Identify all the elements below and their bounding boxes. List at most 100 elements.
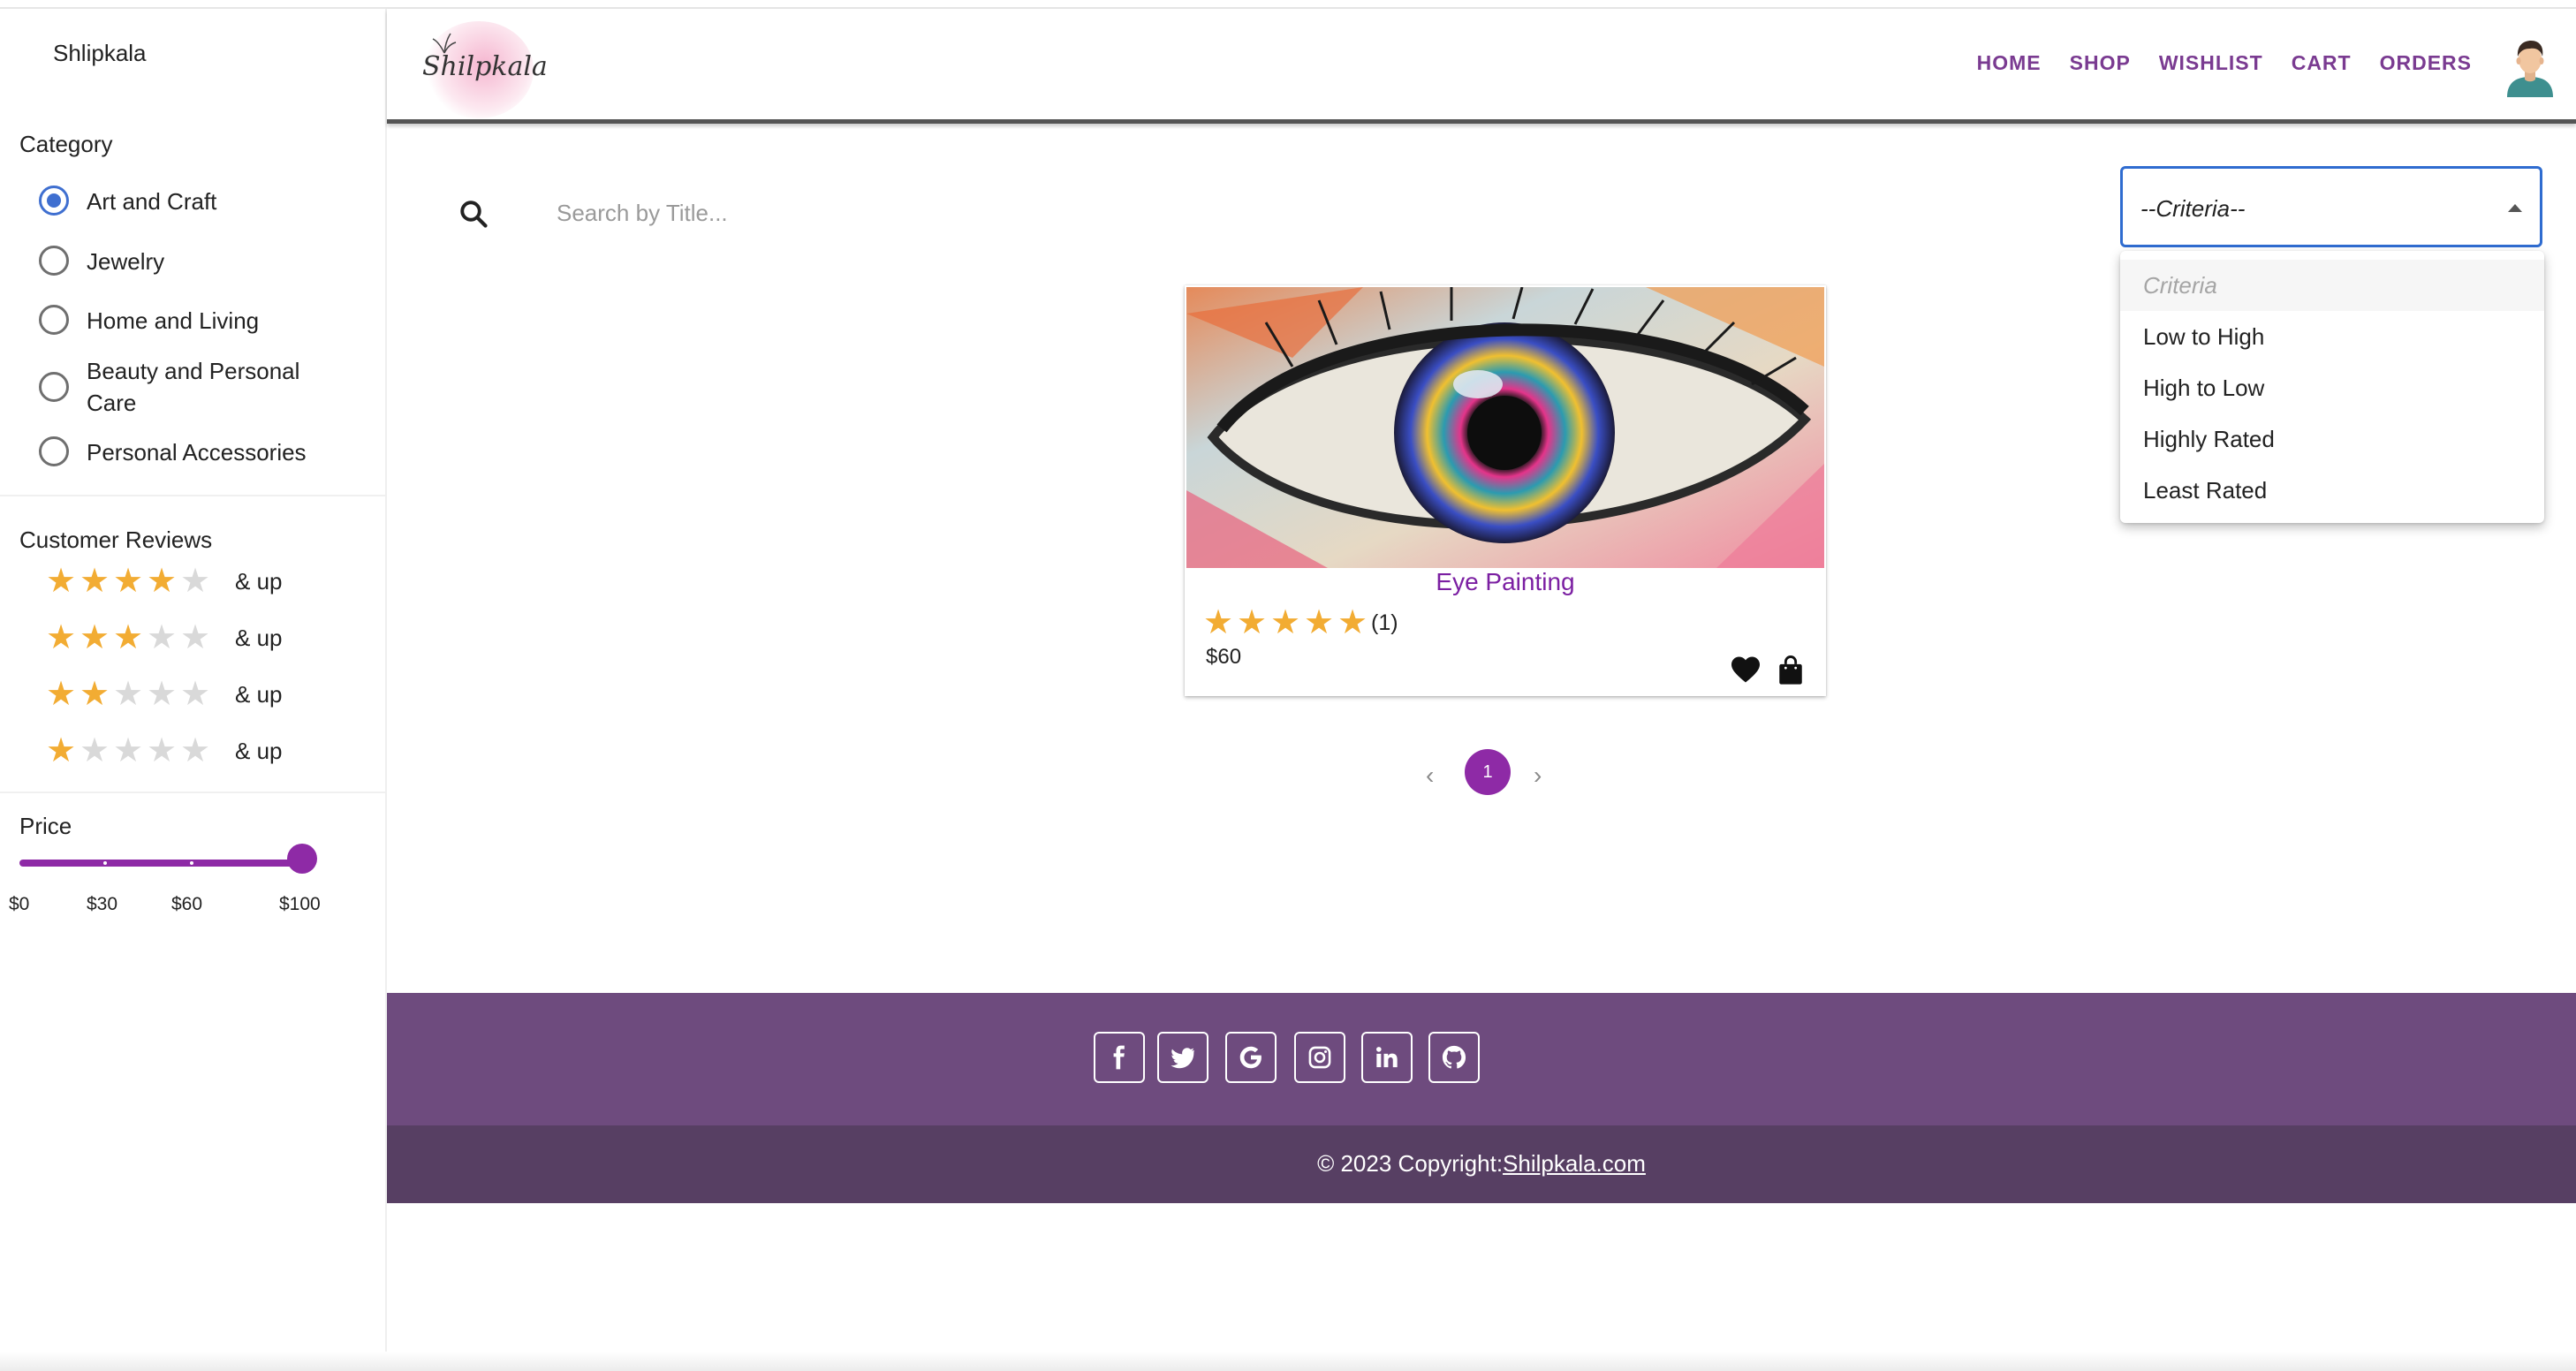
pagination-next-button[interactable]: › xyxy=(1534,761,1542,790)
wishlist-heart-icon[interactable] xyxy=(1730,655,1762,684)
nav-shop[interactable]: SHOP xyxy=(2070,51,2131,75)
star-filled-icon: ★ xyxy=(112,619,144,656)
nav-orders[interactable]: ORDERS xyxy=(2380,51,2472,75)
star-filled-icon: ★ xyxy=(146,563,178,600)
filter-sidebar: Shlipkala Category Art and Craft Jewelry… xyxy=(0,9,387,1371)
menu-item-low-to-high[interactable]: Low to High xyxy=(2120,311,2544,362)
copyright-prefix: © 2023 Copyright: xyxy=(1317,1150,1504,1177)
star-rating: ★ ★ ★ ★ ★ xyxy=(1201,606,1369,640)
review-filter-2-up[interactable]: ★ ★ ★ ★ ★ & up xyxy=(44,678,283,711)
menu-item-highly-rated[interactable]: Highly Rated xyxy=(2120,413,2544,465)
star-filled-icon: ★ xyxy=(45,732,77,769)
bottom-edge xyxy=(0,1352,2576,1371)
star-empty-icon: ★ xyxy=(146,676,178,713)
category-option-jewelry[interactable]: Jewelry xyxy=(39,246,334,277)
star-empty-icon: ★ xyxy=(146,619,178,656)
nav-wishlist[interactable]: WISHLIST xyxy=(2159,51,2263,75)
sidebar-brand: Shlipkala xyxy=(53,40,147,66)
caret-up-icon xyxy=(2508,204,2522,212)
main-nav: HOME SHOP WISHLIST CART ORDERS xyxy=(1949,51,2472,75)
shilpkala-logo[interactable]: Shilpkala xyxy=(419,12,548,122)
star-rating: ★ ★ ★ ★ ★ xyxy=(44,734,212,768)
product-rating: ★ ★ ★ ★ ★ (1) xyxy=(1201,606,1398,640)
copyright-text: © 2023 Copyright:Shilpkala.com xyxy=(387,1150,2576,1178)
twitter-icon[interactable] xyxy=(1157,1032,1208,1083)
review-filter-3-up[interactable]: ★ ★ ★ ★ ★ & up xyxy=(44,621,283,655)
review-up-label: & up xyxy=(235,737,283,764)
nav-cart[interactable]: CART xyxy=(2292,51,2352,75)
star-filled-icon: ★ xyxy=(45,563,77,600)
category-label: Art and Craft xyxy=(87,188,217,215)
star-rating: ★ ★ ★ ★ ★ xyxy=(44,621,212,655)
radio-checked-icon[interactable] xyxy=(39,186,69,216)
pagination-prev-button[interactable]: ‹ xyxy=(1426,761,1434,790)
price-mark-label: $100 xyxy=(279,894,321,914)
category-option-home-and-living[interactable]: Home and Living xyxy=(39,305,334,337)
copyright-link[interactable]: Shilpkala.com xyxy=(1503,1150,1646,1177)
star-empty-icon: ★ xyxy=(112,732,144,769)
product-title[interactable]: Eye Painting xyxy=(1185,568,1826,596)
search-input[interactable] xyxy=(557,193,1352,233)
radio-unchecked-icon[interactable] xyxy=(39,246,69,276)
price-mark-label: $0 xyxy=(9,894,30,914)
radio-unchecked-icon[interactable] xyxy=(39,372,69,402)
category-label: Home and Living xyxy=(87,307,260,334)
review-filter-1-up[interactable]: ★ ★ ★ ★ ★ & up xyxy=(44,734,283,768)
star-filled-icon: ★ xyxy=(1236,604,1268,641)
divider xyxy=(0,495,385,496)
review-up-label: & up xyxy=(235,624,283,651)
star-empty-icon: ★ xyxy=(179,619,211,656)
price-mark-label: $30 xyxy=(87,894,118,914)
category-label: Beauty and Personal Care xyxy=(87,358,300,416)
pagination-page-1[interactable]: 1 xyxy=(1465,749,1511,795)
linkedin-icon[interactable] xyxy=(1361,1032,1413,1083)
product-image[interactable] xyxy=(1186,287,1824,568)
top-border xyxy=(0,0,2576,9)
price-mark-label: $60 xyxy=(171,894,203,914)
star-rating: ★ ★ ★ ★ ★ xyxy=(44,564,212,598)
sort-criteria-menu: Criteria Low to High High to Low Highly … xyxy=(2120,251,2544,523)
footer-social-bar xyxy=(387,993,2576,1125)
google-icon[interactable] xyxy=(1225,1032,1277,1083)
star-filled-icon: ★ xyxy=(1303,604,1335,641)
price-slider-thumb[interactable] xyxy=(287,844,317,874)
category-title: Category xyxy=(19,131,113,157)
select-value: --Criteria-- xyxy=(2140,195,2246,222)
rating-count: (1) xyxy=(1371,610,1398,635)
facebook-icon[interactable] xyxy=(1094,1032,1145,1083)
star-empty-icon: ★ xyxy=(179,563,211,600)
add-to-cart-bag-icon[interactable] xyxy=(1777,655,1804,686)
divider xyxy=(0,792,385,793)
sort-criteria-select[interactable]: --Criteria-- xyxy=(2120,166,2542,247)
star-filled-icon: ★ xyxy=(1269,604,1301,641)
star-empty-icon: ★ xyxy=(146,732,178,769)
github-icon[interactable] xyxy=(1428,1032,1480,1083)
radio-unchecked-icon[interactable] xyxy=(39,305,69,335)
customer-reviews-title: Customer Reviews xyxy=(19,526,213,553)
radio-unchecked-icon[interactable] xyxy=(39,436,69,466)
menu-item-high-to-low[interactable]: High to Low xyxy=(2120,362,2544,413)
category-option-art-and-craft[interactable]: Art and Craft xyxy=(39,186,334,217)
menu-item-criteria[interactable]: Criteria xyxy=(2120,260,2544,311)
slider-mark xyxy=(103,861,107,865)
star-empty-icon: ★ xyxy=(179,676,211,713)
top-header: Shilpkala HOME SHOP WISHLIST CART ORDERS xyxy=(387,9,2576,124)
star-empty-icon: ★ xyxy=(179,732,211,769)
user-avatar-icon[interactable] xyxy=(2504,35,2557,97)
star-filled-icon: ★ xyxy=(79,563,110,600)
category-label: Jewelry xyxy=(87,248,165,275)
review-up-label: & up xyxy=(235,567,283,595)
search-icon[interactable] xyxy=(458,198,489,230)
star-empty-icon: ★ xyxy=(112,676,144,713)
menu-item-least-rated[interactable]: Least Rated xyxy=(2120,465,2544,516)
nav-home[interactable]: HOME xyxy=(1977,51,2042,75)
star-filled-icon: ★ xyxy=(45,676,77,713)
category-option-personal-accessories[interactable]: Personal Accessories xyxy=(39,436,334,468)
price-slider-track[interactable] xyxy=(19,860,302,867)
instagram-icon[interactable] xyxy=(1294,1032,1345,1083)
category-label: Personal Accessories xyxy=(87,439,307,466)
category-option-beauty-and-personal-care[interactable]: Beauty and Personal Care xyxy=(39,355,334,419)
review-filter-4-up[interactable]: ★ ★ ★ ★ ★ & up xyxy=(44,564,283,598)
star-filled-icon: ★ xyxy=(1202,604,1234,641)
star-filled-icon: ★ xyxy=(1337,604,1368,641)
